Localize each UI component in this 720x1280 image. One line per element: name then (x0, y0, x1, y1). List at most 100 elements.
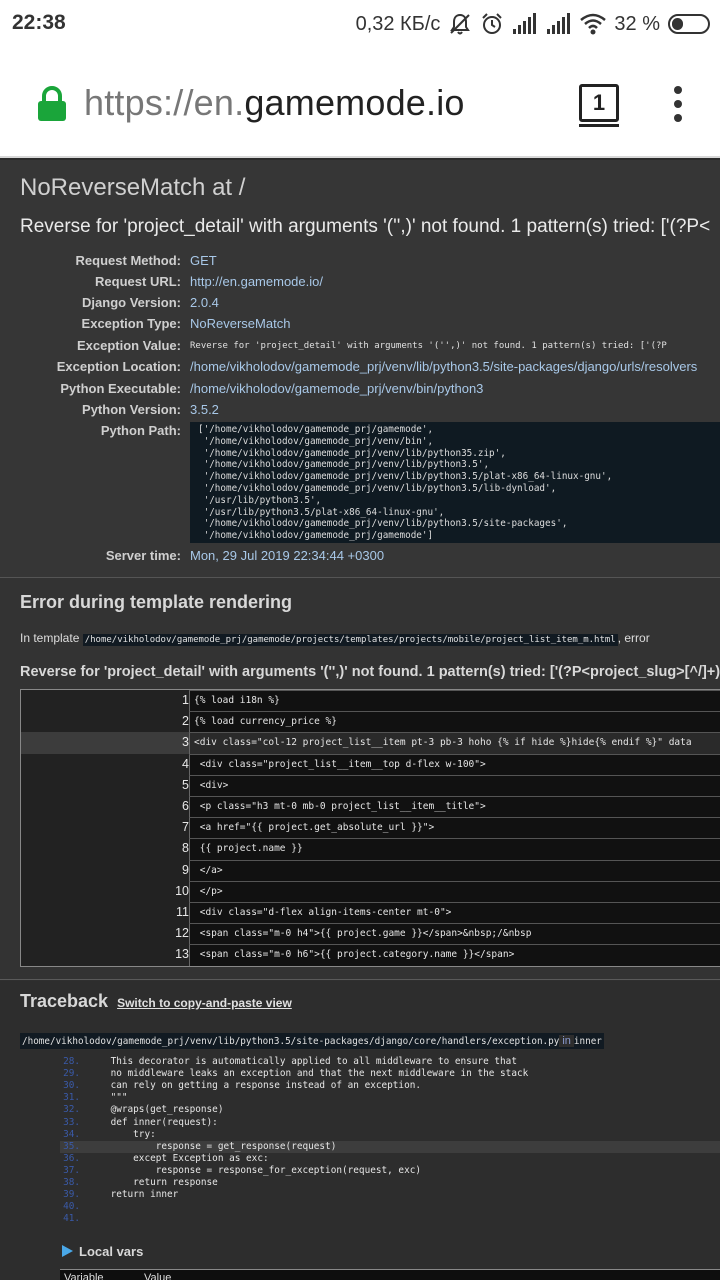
status-bar: 22:38 0,32 КБ/с 32 % (0, 0, 720, 48)
local-vars-toggle[interactable]: Local vars (62, 1244, 143, 1259)
line-code: <span class="m-0 h6">{{ project.category… (189, 944, 720, 966)
line-number: 29. (63, 1068, 80, 1080)
line-number: 38. (63, 1177, 80, 1188)
traceback-line: 35. response = get_response(request) (60, 1140, 720, 1153)
url-bar[interactable]: https://en.gamemode.io (84, 82, 465, 124)
line-number: 35. (63, 1140, 80, 1152)
line-number: 8 (182, 841, 189, 856)
django-error-page: NoReverseMatch at / Reverse for 'project… (0, 160, 720, 1280)
line-code: response = response_for_exception(reques… (88, 1164, 422, 1176)
line-number: 41. (63, 1213, 80, 1225)
net-speed: 0,32 КБ/с (355, 12, 441, 35)
tab-switcher-button[interactable]: 1 (579, 84, 619, 127)
line-number: 40. (63, 1201, 80, 1213)
meta-row: Request Method: GET (75, 253, 217, 268)
traceback-line: 32. @wraps(get_response) (60, 1104, 720, 1116)
meta-row: Server time: Mon, 29 Jul 2019 22:34:44 +… (105, 548, 385, 563)
source-line: 5 <div> (21, 774, 720, 796)
overflow-menu-icon[interactable] (672, 86, 684, 122)
source-line: 10 </p> (21, 880, 720, 902)
line-code: {{ project.name }} (189, 838, 720, 860)
source-line: 8 {{ project.name }} (21, 838, 720, 860)
line-code: except Exception as exc: (88, 1152, 269, 1164)
traceback-line: 34. try: (60, 1129, 720, 1141)
python-path-value: ['/home/vikholodov/gamemode_prj/gamemode… (190, 422, 720, 543)
meta-row: Python Version: 3.5.2 (82, 402, 219, 417)
exception-value-heading: Reverse for 'project_detail' with argume… (20, 216, 711, 237)
line-number: 6 (182, 799, 189, 813)
wifi-icon (580, 13, 607, 35)
column-header: Variable (64, 1272, 104, 1280)
line-code: </a> (189, 859, 720, 881)
line-number: 34. (63, 1128, 80, 1140)
traceback-line: 29. no middleware leaks an exception and… (60, 1068, 720, 1080)
line-code: try: (88, 1128, 156, 1140)
tab-count: 1 (592, 90, 606, 115)
line-code: """ (88, 1092, 128, 1104)
traceback-line: 39. return inner (60, 1189, 720, 1201)
line-number: 11 (176, 905, 189, 919)
line-code: <span class="m-0 h4">{{ project.game }}<… (189, 923, 720, 945)
signal-icon (513, 13, 537, 34)
line-number: 39. (63, 1189, 80, 1201)
line-code: <div> (189, 774, 720, 796)
line-number: 2 (182, 714, 189, 729)
line-code: This decorator is automatically applied … (88, 1056, 517, 1067)
line-code: <div class="col-12 project_list__item pt… (189, 732, 720, 754)
source-line: 4 <div class="project_list__item__top d-… (21, 753, 720, 775)
line-number: 32. (63, 1104, 80, 1116)
line-number: 3 (182, 735, 189, 750)
meta-row: Python Executable: /home/vikholodov/game… (60, 381, 484, 396)
switch-view-link[interactable]: Switch to copy-and-paste view (117, 996, 292, 1010)
source-line: 3 <div class="col-12 project_list__item p… (21, 732, 720, 754)
browser-toolbar: https://en.gamemode.io 1 (0, 48, 720, 158)
status-time: 22:38 (12, 11, 66, 34)
page-title: NoReverseMatch at / (20, 174, 246, 201)
url-scheme: https://en. (84, 82, 245, 123)
source-line: 11 <div class="d-flex align-items-center… (21, 902, 720, 924)
traceback-line: 33. def inner(request): (60, 1117, 720, 1129)
template-source-table: 1 {% load i18n %} 2 {% load currency_price … (20, 689, 720, 967)
traceback-line: 31. """ (60, 1092, 720, 1104)
traceback-line: 40. (60, 1201, 720, 1213)
lock-icon[interactable] (37, 86, 67, 122)
source-line: 9 </a> (21, 859, 720, 881)
line-number: 37. (63, 1164, 80, 1176)
battery-percent: 32 % (614, 12, 660, 35)
local-vars-table-head: Variable Value (60, 1269, 720, 1280)
traceback-line: 41. (60, 1213, 720, 1225)
url-host: gamemode.io (244, 82, 465, 123)
line-number: 7 (182, 820, 189, 835)
line-code: <a href="{{ project.get_absolute_url }}"… (189, 817, 720, 839)
line-code: @wraps(get_response) (88, 1104, 224, 1116)
source-line: 7 <a href="{{ project.get_absolute_url }… (21, 817, 720, 839)
line-number: 33. (63, 1116, 80, 1128)
frame-context[interactable]: 28. This decorator is automatically appl… (60, 1056, 720, 1226)
line-code: <div class="project_list__item__top d-fl… (189, 753, 720, 775)
line-code: {% load i18n %} (189, 690, 720, 712)
line-number: 31. (63, 1092, 80, 1104)
alarm-icon (482, 13, 503, 34)
line-number: 9 (182, 862, 189, 877)
template-path: /home/vikholodov/gamemode_prj/gamemode/p… (82, 634, 618, 646)
line-code: def inner(request): (88, 1116, 218, 1128)
source-line: 12 <span class="m-0 h4">{{ project.game … (21, 923, 720, 945)
template-error-section: Error during template rendering In templ… (0, 578, 720, 980)
source-line: 2 {% load currency_price %} (21, 711, 720, 733)
line-number: 30. (63, 1080, 80, 1092)
line-number: 10 (175, 883, 189, 898)
meta-row: Django Version: 2.0.4 (82, 295, 219, 310)
traceback-line: 38. return response (60, 1177, 720, 1189)
mute-icon (450, 13, 471, 35)
line-code: <div class="d-flex align-items-center mt… (189, 902, 720, 924)
error-summary: NoReverseMatch at / Reverse for 'project… (0, 160, 720, 578)
line-number: 12 (175, 926, 189, 941)
line-number: 36. (63, 1152, 80, 1164)
source-line: 1 {% load i18n %} (21, 690, 720, 712)
frame-function: inner (573, 1036, 602, 1047)
line-code: return inner (88, 1189, 179, 1201)
source-line: 6 <p class="h3 mt-0 mb-0 project_list__i… (21, 796, 720, 818)
line-code: can rely on getting a response instead o… (88, 1080, 422, 1092)
line-code: {% load currency_price %} (189, 711, 720, 733)
signal-icon (547, 13, 571, 34)
